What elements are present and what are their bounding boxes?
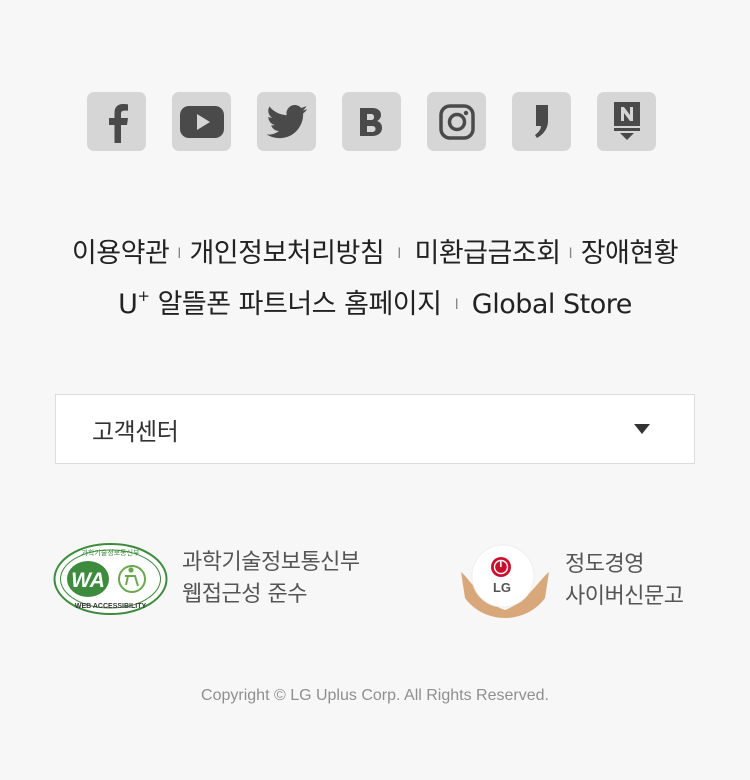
wa-cert-line1: 과학기술정보통신부 — [182, 550, 360, 575]
ethics-report-cert[interactable]: LG 정도경영 사이버신문고 — [455, 542, 684, 620]
wa-logo-bottom-text: WEB ACCESSIBILITY — [75, 603, 147, 610]
lg-logo-text: LG — [493, 580, 511, 595]
instagram-icon[interactable] — [427, 92, 486, 151]
uplus-prefix: U — [118, 289, 138, 320]
youtube-icon[interactable] — [172, 92, 231, 151]
wa-cert-line2: 웹접근성 준수 — [182, 582, 307, 607]
separator: I — [177, 246, 182, 262]
mvno-label: 알뜰폰 파트너스 홈페이지 — [157, 289, 442, 320]
lg-ethics-icon: LG — [461, 544, 549, 618]
blog-icon[interactable] — [342, 92, 401, 151]
separator: I — [454, 297, 459, 313]
separator: I — [397, 246, 402, 262]
customer-center-select[interactable]: 고객센터 — [55, 394, 695, 464]
terms-link[interactable]: 이용약관 — [72, 238, 170, 269]
chevron-down-icon — [634, 424, 650, 434]
uplus-plus: + — [137, 287, 150, 305]
wa-logo-top-text: 과학기술정보통신부 — [82, 548, 141, 557]
social-links — [87, 92, 656, 151]
refund-inquiry-link[interactable]: 미환급금조회 — [415, 238, 562, 269]
wa-logo-text: WA — [71, 569, 105, 592]
web-accessibility-cert[interactable]: 과학기술정보통신부 WA WEB ACCESSIBILITY 과학기술정보통신부… — [52, 542, 360, 616]
wa-mark-icon: 과학기술정보통신부 WA WEB ACCESSIBILITY — [53, 543, 168, 615]
lg-cert-text: 정도경영 사이버신문고 — [565, 549, 684, 613]
facebook-icon[interactable] — [87, 92, 146, 151]
separator: I — [568, 246, 573, 262]
mvno-partners-link[interactable]: U+ 알뜰폰 파트너스 홈페이지 — [118, 287, 442, 320]
footer-links-row1: 이용약관 I 개인정보처리방침 I 미환급금조회 I 장애현황 — [0, 231, 750, 270]
copyright: Copyright © LG Uplus Corp. All Rights Re… — [201, 687, 549, 704]
naver-post-icon[interactable] — [597, 92, 656, 151]
twitter-icon[interactable] — [257, 92, 316, 151]
global-store-link[interactable]: Global Store — [472, 289, 633, 320]
select-value: 고객센터 — [92, 417, 179, 446]
lg-cert-line2: 사이버신문고 — [565, 584, 684, 609]
wa-cert-text: 과학기술정보통신부 웹접근성 준수 — [182, 547, 360, 611]
privacy-policy-link[interactable]: 개인정보처리방침 — [189, 238, 384, 269]
lg-cert-line1: 정도경영 — [565, 552, 644, 577]
outage-status-link[interactable]: 장애현황 — [581, 238, 679, 269]
footer-links-row2: U+ 알뜰폰 파트너스 홈페이지 I Global Store — [0, 282, 750, 321]
kakao-icon[interactable] — [512, 92, 571, 151]
